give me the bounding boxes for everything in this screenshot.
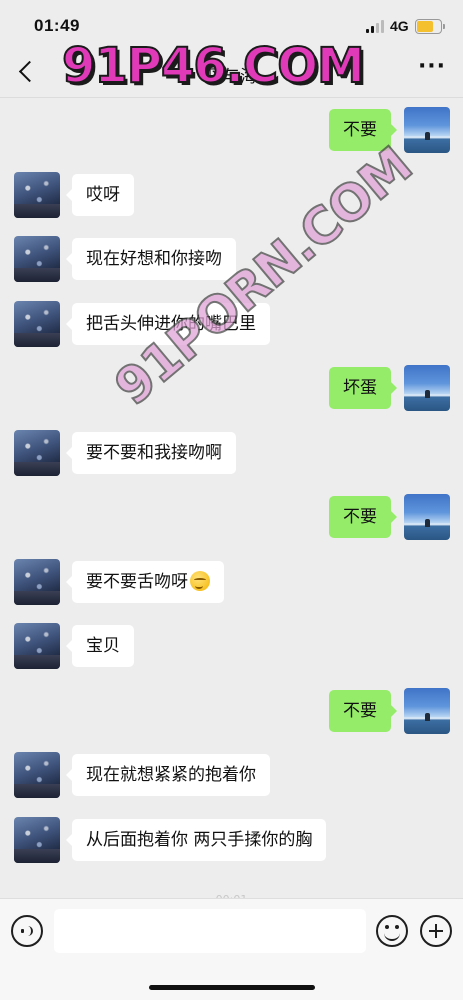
message-bubble[interactable]: 坏蛋 xyxy=(329,367,397,409)
message-bubble[interactable]: 宝贝 xyxy=(66,625,134,667)
my-avatar[interactable] xyxy=(404,365,450,411)
more-button[interactable]: ··· xyxy=(417,56,447,84)
contact-avatar[interactable] xyxy=(14,752,60,798)
message-text: 不要 xyxy=(343,701,377,721)
nav-bar: 丹与海 ··· xyxy=(0,46,463,98)
message-row-left: 现在就想紧紧的抱着你 xyxy=(0,752,463,798)
voice-button[interactable] xyxy=(11,915,43,947)
message-row-left: 现在好想和你接吻 xyxy=(0,236,463,282)
hugging-face-emoji xyxy=(190,571,210,591)
home-indicator xyxy=(149,985,315,990)
my-avatar[interactable] xyxy=(404,107,450,153)
message-row-left: 从后面抱着你 两只手揉你的胸 xyxy=(0,817,463,863)
network-type: 4G xyxy=(390,18,409,34)
message-text: 不要 xyxy=(343,120,377,140)
contact-avatar[interactable] xyxy=(14,559,60,605)
message-bubble[interactable]: 现在就想紧紧的抱着你 xyxy=(66,754,270,796)
message-bubble[interactable]: 从后面抱着你 两只手揉你的胸 xyxy=(65,819,327,861)
message-text: 宝贝 xyxy=(86,636,120,656)
message-bubble[interactable]: 哎呀 xyxy=(66,174,134,216)
message-row-left: 哎呀 xyxy=(0,172,463,218)
message-row-right: 不要 xyxy=(0,107,463,153)
message-text: 从后面抱着你 两只手揉你的胸 xyxy=(86,830,313,850)
message-list[interactable]: 不要 哎呀 现在好想和你接吻 把舌头伸进你的嘴巴里 坏蛋 要不要和我接吻啊 不要 要不要舌吻呀… xyxy=(0,98,463,898)
message-row-left: 要不要和我接吻啊 xyxy=(0,430,463,476)
message-bubble[interactable]: 现在好想和你接吻 xyxy=(66,238,236,280)
message-row-left: 把舌头伸进你的嘴巴里 xyxy=(0,301,463,347)
contact-avatar[interactable] xyxy=(14,623,60,669)
message-bubble[interactable]: 要不要舌吻呀 xyxy=(66,561,224,603)
message-text: 要不要和我接吻啊 xyxy=(86,443,222,463)
message-bubble[interactable]: 不要 xyxy=(329,496,397,538)
message-bubble[interactable]: 不要 xyxy=(329,690,397,732)
contact-avatar[interactable] xyxy=(14,172,60,218)
message-text: 不要 xyxy=(343,507,377,527)
message-text: 把舌头伸进你的嘴巴里 xyxy=(86,314,256,334)
message-text: 现在就想紧紧的抱着你 xyxy=(86,765,256,785)
message-input[interactable] xyxy=(54,909,366,953)
chat-title: 丹与海 xyxy=(206,67,257,87)
my-avatar[interactable] xyxy=(404,688,450,734)
signal-icon xyxy=(366,20,386,33)
message-bubble[interactable]: 把舌头伸进你的嘴巴里 xyxy=(66,303,270,345)
more-dots-icon: ··· xyxy=(417,54,447,79)
message-row-right: 不要 xyxy=(0,688,463,734)
my-avatar[interactable] xyxy=(404,494,450,540)
input-bar xyxy=(0,898,463,1000)
message-text: 坏蛋 xyxy=(343,378,377,398)
plus-button[interactable] xyxy=(420,915,452,947)
contact-avatar[interactable] xyxy=(14,236,60,282)
contact-avatar[interactable] xyxy=(14,817,60,863)
battery-icon xyxy=(415,19,445,34)
message-row-left: 宝贝 xyxy=(0,623,463,669)
message-bubble[interactable]: 要不要和我接吻啊 xyxy=(66,432,236,474)
emoji-button[interactable] xyxy=(376,915,408,947)
message-bubble[interactable]: 不要 xyxy=(329,109,397,151)
status-bar: 01:49 4G xyxy=(0,0,463,46)
contact-avatar[interactable] xyxy=(14,430,60,476)
message-text: 现在好想和你接吻 xyxy=(86,249,222,269)
message-row-right: 坏蛋 xyxy=(0,365,463,411)
contact-avatar[interactable] xyxy=(14,301,60,347)
message-row-left: 要不要舌吻呀 xyxy=(0,559,463,605)
message-text: 要不要舌吻呀 xyxy=(86,572,188,592)
message-text: 哎呀 xyxy=(86,185,120,205)
message-row-right: 不要 xyxy=(0,494,463,540)
status-time: 01:49 xyxy=(34,16,80,35)
